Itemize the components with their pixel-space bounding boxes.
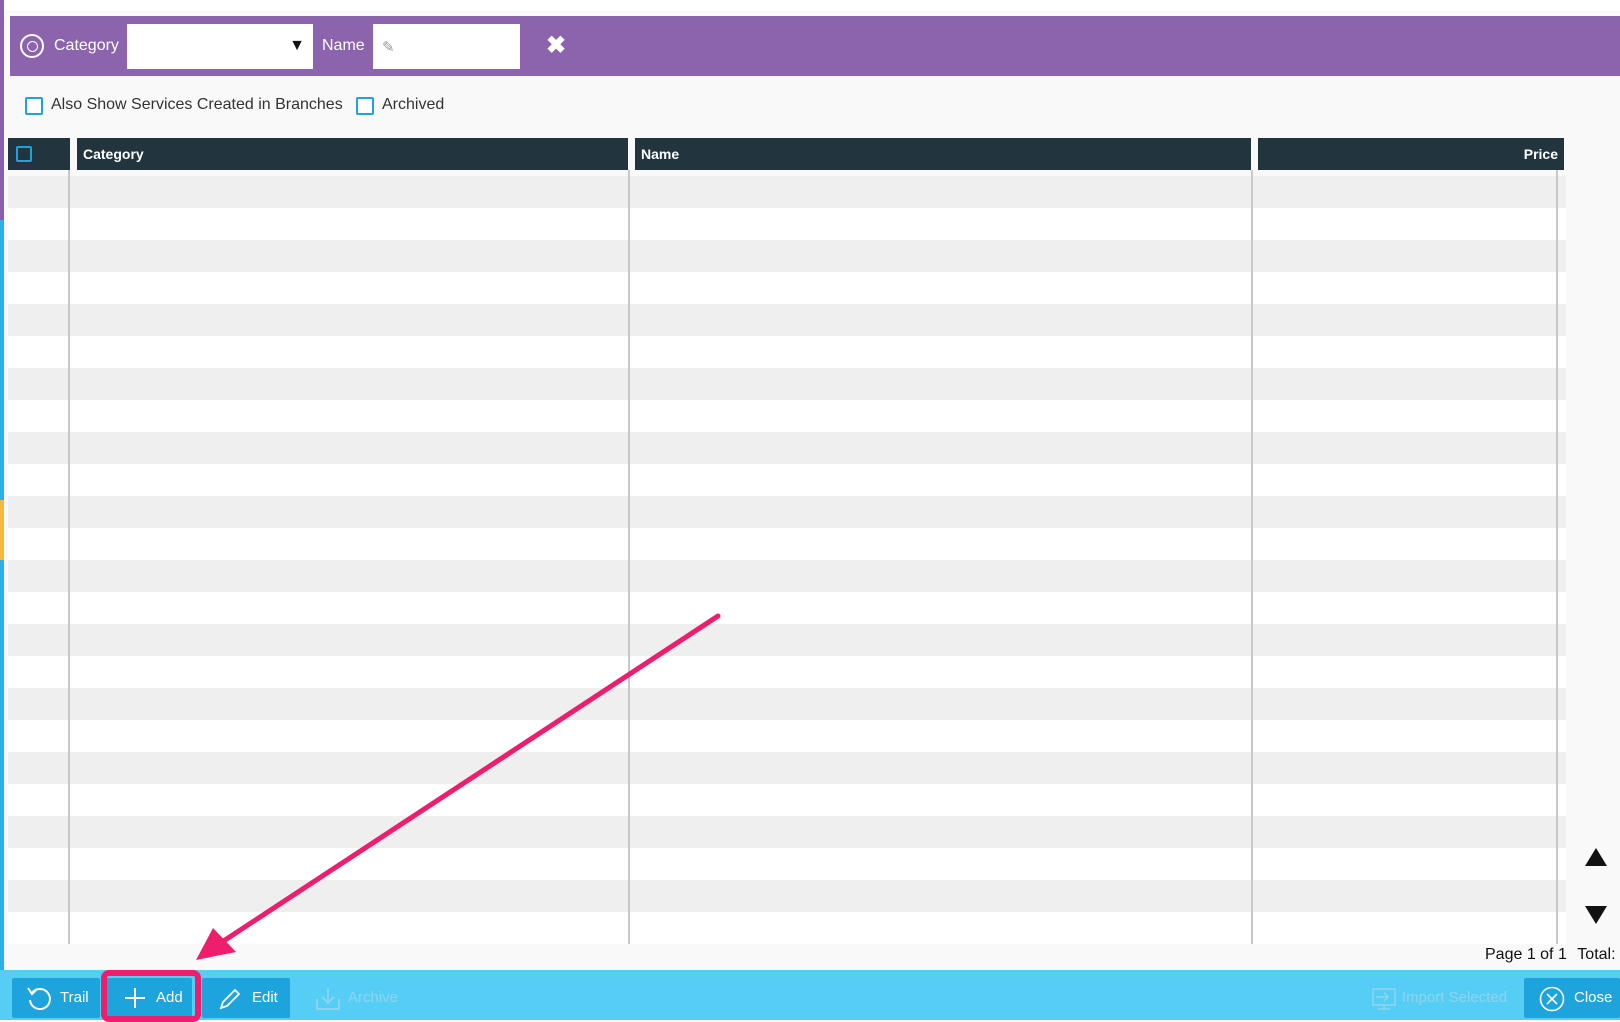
annotation-arrow (196, 613, 721, 960)
annotation-arrow-head (196, 928, 236, 960)
annotation-arrow-shaft (219, 613, 721, 945)
